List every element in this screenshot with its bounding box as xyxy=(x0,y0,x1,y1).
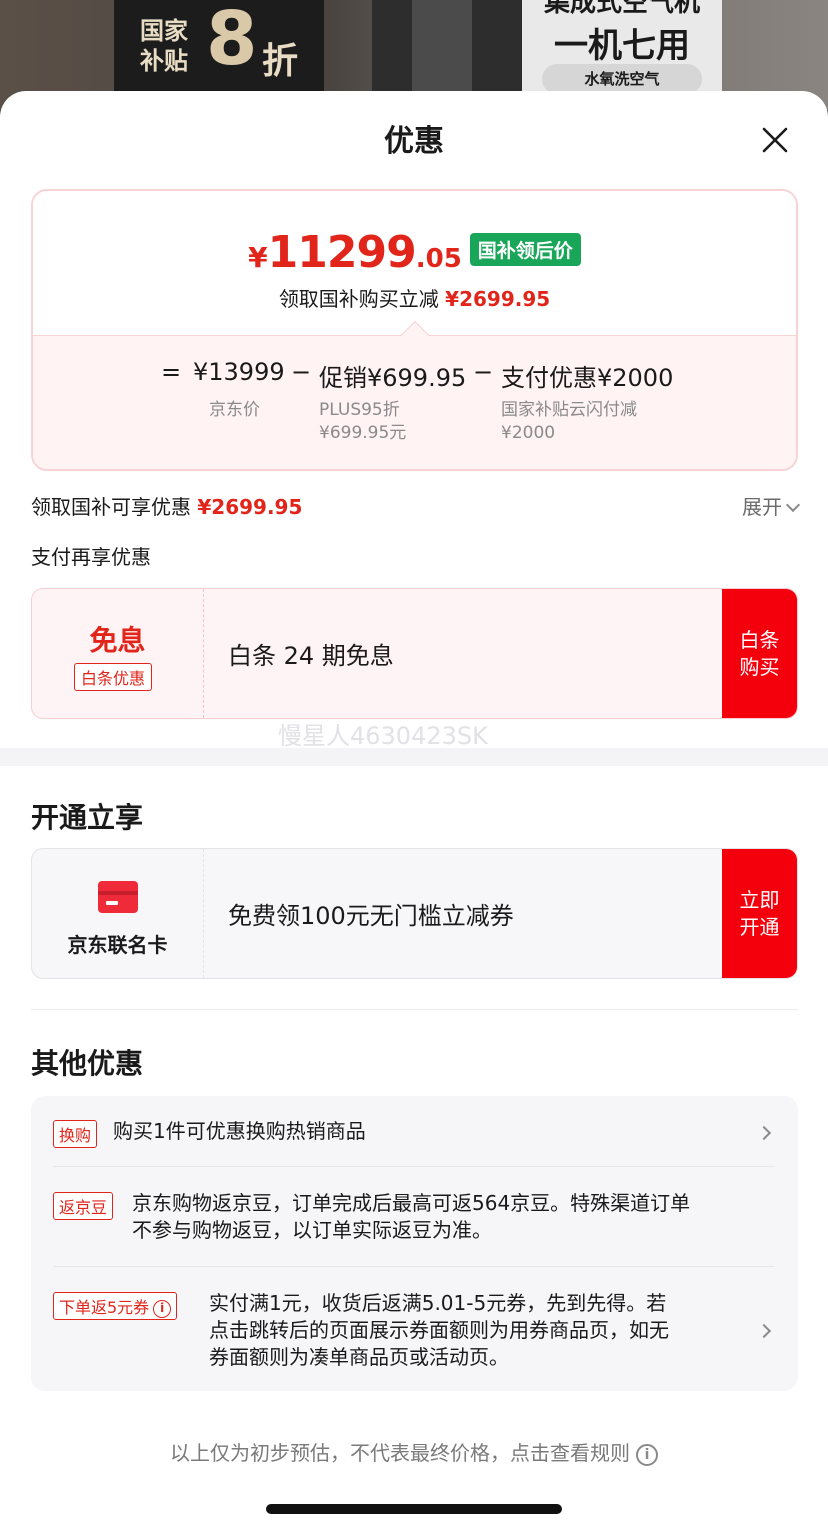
promo-desc-line2: ¥699.95元 xyxy=(319,423,407,443)
cobrand-card-name: 京东联名卡 xyxy=(67,933,168,957)
promo-discount: 促销¥699.95 xyxy=(319,364,467,392)
list-item-text-line2: 点击跳转后的页面展示券面额则为用券商品页，如无 xyxy=(209,1318,669,1342)
other-section-title: 其他优惠 xyxy=(31,1047,144,1080)
chevron-down-icon xyxy=(785,497,801,513)
minus-sign: − xyxy=(291,358,312,386)
list-item[interactable]: 下单返5元券 i 实付满1元，收货后返满5.01-5元券，先到先得。若 点击跳转后… xyxy=(53,1290,775,1372)
subsidy-reduction-value: ¥2699.95 xyxy=(445,287,551,311)
chevron-right-icon xyxy=(756,1125,772,1141)
info-icon[interactable]: i xyxy=(153,1300,172,1318)
list-item: 返京豆 京东购物返京豆，订单完成后最高可返564京豆。特殊渠道订单 不参与购物返… xyxy=(53,1190,775,1246)
pay-desc-line1: 国家补贴云闪付减 xyxy=(501,400,637,420)
list-item-text-line1: 京东购物返京豆，订单完成后最高可返564京豆。特殊渠道订单 xyxy=(132,1191,691,1215)
cobrand-card-left: 京东联名卡 xyxy=(32,849,204,978)
baitiao-tag: 白条优惠 xyxy=(74,663,153,691)
button-line1: 白条 xyxy=(739,627,780,652)
price-formula: = ¥13999 − 促销¥699.95 − 支付优惠¥2000 京东价 PLU… xyxy=(33,335,796,469)
product-ad: 集成式空气机 一机七用 水氧洗空气 xyxy=(522,0,722,100)
coupon-tag-label: 下单返5元券 xyxy=(59,1298,150,1317)
subsidy-reduction: 领取国补购买立减 ¥2699.95 xyxy=(33,283,796,312)
pay-section-title: 支付再享优惠 xyxy=(31,545,151,569)
interest-free-title: 免息 xyxy=(89,624,146,657)
product-image xyxy=(372,0,522,100)
close-icon[interactable] xyxy=(760,125,790,155)
price-integer: 11299 xyxy=(267,227,417,278)
base-price-desc: 京东价 xyxy=(209,400,260,420)
open-section-title: 开通立享 xyxy=(31,801,144,834)
home-indicator[interactable] xyxy=(266,1504,562,1514)
button-line1: 立即 xyxy=(739,887,780,912)
subsidy-price-badge: 国补领后价 xyxy=(469,233,581,266)
base-price: ¥13999 xyxy=(193,358,285,386)
price-decimal: .05 xyxy=(415,244,462,274)
other-offers-list: 换购 购买1件可优惠换购热销商品 返京豆 京东购物返京豆，订单完成后最高可返56… xyxy=(31,1096,798,1391)
promo-desc-line1: PLUS95折 xyxy=(319,400,400,420)
credit-card-icon xyxy=(98,881,138,913)
sheet-title: 优惠 xyxy=(384,124,444,159)
subsidy-ad: 国家补贴 8 折 xyxy=(114,0,324,96)
subsidy-summary-row: 领取国补可享优惠 ¥2699.95 展开 xyxy=(31,491,801,520)
ad-line1: 集成式空气机 xyxy=(543,0,700,18)
baitiao-left: 免息 白条优惠 xyxy=(32,589,204,718)
open-now-button[interactable]: 立即 开通 xyxy=(722,849,797,978)
coupon-tag: 下单返5元券 i xyxy=(53,1292,178,1320)
cobrand-card-description: 免费领100元无门槛立减券 xyxy=(228,902,514,930)
ad-pill: 水氧洗空气 xyxy=(542,64,702,94)
ad-line2: 一机七用 xyxy=(554,26,690,66)
section-divider xyxy=(0,748,828,766)
subsidy-summary-value: ¥2699.95 xyxy=(197,495,303,519)
list-item-text-line3: 券面额则为凑单商品页或活动页。 xyxy=(209,1345,509,1369)
expand-label: 展开 xyxy=(742,495,782,519)
list-item-text-line1: 实付满1元，收货后返满5.01-5元券，先到先得。若 xyxy=(209,1291,667,1315)
button-line2: 开通 xyxy=(739,914,780,939)
trade-in-tag: 换购 xyxy=(53,1120,98,1148)
expand-button[interactable]: 展开 xyxy=(742,491,801,520)
jingdou-tag: 返京豆 xyxy=(53,1192,114,1220)
baitiao-buy-button[interactable]: 白条 购买 xyxy=(722,589,797,718)
divider xyxy=(31,1009,798,1010)
ad-big-number: 8 xyxy=(206,0,258,82)
chevron-right-icon xyxy=(756,1323,772,1339)
baitiao-description: 白条 24 期免息 xyxy=(228,642,394,670)
list-item[interactable]: 换购 购买1件可优惠换购热销商品 xyxy=(53,1118,775,1148)
pay-discount: 支付优惠¥2000 xyxy=(501,364,674,392)
baitiao-promo-card[interactable]: 免息 白条优惠 白条 24 期免息 白条 购买 xyxy=(31,588,798,719)
equals-sign: = xyxy=(161,358,182,386)
subsidy-summary-label: 领取国补可享优惠 xyxy=(31,495,191,519)
button-line2: 购买 xyxy=(739,654,780,679)
final-price-area: ¥11299.05 国补领后价 领取国补购买立减 ¥2699.95 xyxy=(33,191,796,335)
final-price: ¥11299.05 国补领后价 xyxy=(33,227,796,278)
price-breakdown-card: ¥11299.05 国补领后价 领取国补购买立减 ¥2699.95 = ¥1399… xyxy=(31,189,798,471)
pay-desc-line2: ¥2000 xyxy=(501,423,556,443)
ad-tag: 国家补贴 xyxy=(140,17,188,75)
minus-sign: − xyxy=(473,358,494,386)
list-item-text: 购买1件可优惠换购热销商品 xyxy=(113,1119,366,1143)
subsidy-reduction-label: 领取国补购买立减 xyxy=(278,287,439,311)
disclaimer-text: 以上仅为初步预估，不代表最终价格，点击查看规则 xyxy=(170,1441,630,1465)
divider xyxy=(53,1166,775,1167)
list-item-text-line2: 不参与购物返豆，以订单实际返豆为准。 xyxy=(132,1218,492,1242)
watermark: 慢星人4630423SK xyxy=(278,722,488,750)
ad-unit: 折 xyxy=(262,41,299,82)
discount-sheet: 优惠 ¥11299.05 国补领后价 领取国补购买立减 ¥2699.95 = ¥1… xyxy=(0,91,828,1530)
info-icon: i xyxy=(636,1444,658,1466)
cobrand-card-promo[interactable]: 京东联名卡 免费领100元无门槛立减券 立即 开通 xyxy=(31,848,798,979)
divider xyxy=(53,1266,775,1267)
rules-link[interactable]: 以上仅为初步预估，不代表最终价格，点击查看规则 i xyxy=(0,1437,828,1466)
currency-symbol: ¥ xyxy=(248,241,268,274)
